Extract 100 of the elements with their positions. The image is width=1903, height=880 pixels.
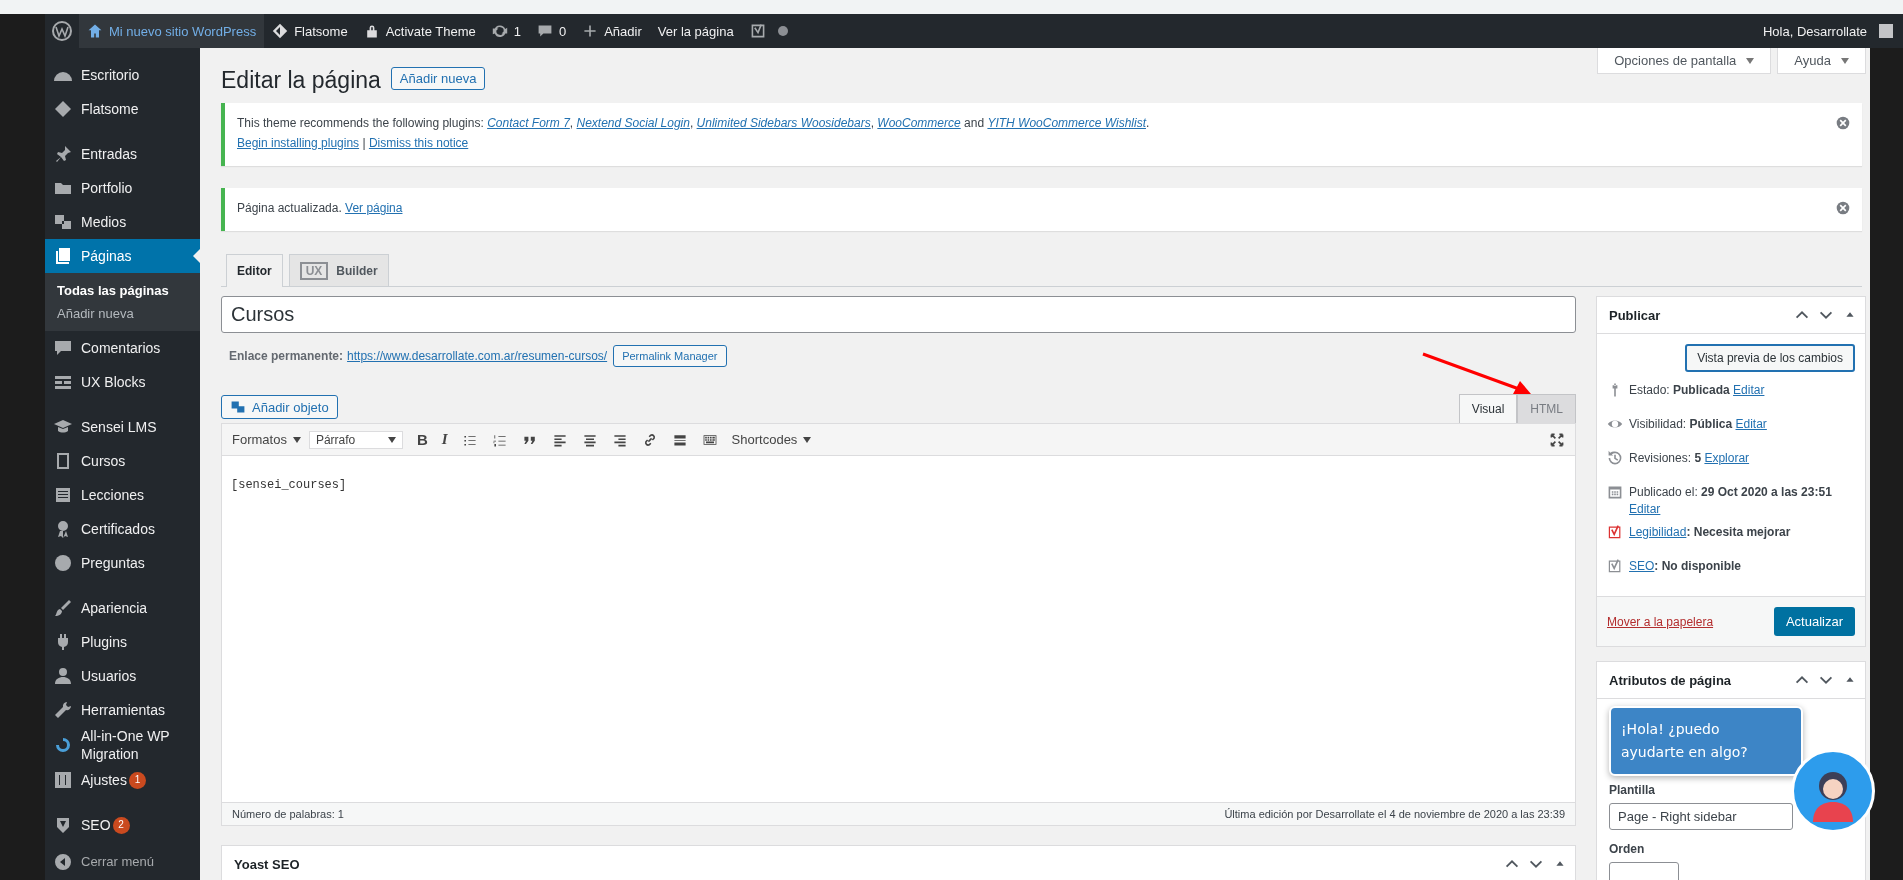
media-icon xyxy=(53,212,73,232)
sidebar-item[interactable]: All-in-One WP Migration xyxy=(45,727,200,763)
notice-text: This theme recommends the following plugins: Contact Form 7, Nextend Social Login, Unlimited Sidebars Woosidebars, WooCommerce and YITH WooCommerce Wishlist. xyxy=(237,116,1151,130)
sidebar-item[interactable]: Escritorio xyxy=(45,58,200,92)
permalink-label: Enlace permanente: xyxy=(229,349,344,363)
block-format-select[interactable]: Párrafo xyxy=(308,430,403,449)
edit-link[interactable]: Explorar xyxy=(1704,451,1750,465)
plugin-link[interactable]: Unlimited Sidebars Woosidebars xyxy=(696,116,871,130)
permalink-manager-button[interactable]: Permalink Manager xyxy=(613,345,727,367)
sidebar-item[interactable]: Sensei LMS xyxy=(45,410,200,444)
sidebar-item[interactable]: Usuarios xyxy=(45,659,200,693)
sidebar-item[interactable]: Certificados xyxy=(45,512,200,546)
plugin-link[interactable]: WooCommerce xyxy=(877,116,961,130)
preview-changes-button[interactable]: Vista previa de los cambios xyxy=(1685,344,1855,372)
sidebar-item[interactable]: Flatsome xyxy=(45,92,200,126)
add-new-button[interactable]: Añadir nueva xyxy=(390,67,486,90)
notice-link[interactable]: Begin installing plugins xyxy=(237,136,360,150)
sidebar-item[interactable]: Ajustes 1 xyxy=(45,763,200,797)
pages-icon xyxy=(53,246,73,266)
wordpress-logo-icon[interactable] xyxy=(52,21,72,41)
notice-link[interactable]: Ver página xyxy=(345,201,403,215)
fullscreen-icon[interactable] xyxy=(1549,431,1565,448)
formats-dropdown[interactable]: Formatos xyxy=(232,432,301,447)
italic-button[interactable]: I xyxy=(441,431,448,448)
builder-badge: UX xyxy=(299,261,329,280)
trash-link[interactable]: Mover a la papelera xyxy=(1607,614,1714,629)
permalink-link[interactable]: https://www.desarrollate.com.ar/resumen-cursos/ xyxy=(347,349,608,363)
collapse-menu-button[interactable]: Cerrar menú xyxy=(45,845,200,879)
calendar-icon xyxy=(1607,484,1623,500)
plus-icon xyxy=(582,23,599,39)
title-input[interactable]: Cursos xyxy=(221,296,1576,333)
count-badge: 1 xyxy=(128,771,146,789)
sidebar-item[interactable]: Páginas xyxy=(45,239,200,273)
sidebar-item[interactable]: Herramientas xyxy=(45,693,200,727)
publish-meta-text: Publicado el: 29 Oct 2020 a las 23:51 Editar xyxy=(1629,484,1833,518)
score-text: Legibilidad: Necesita mejorar xyxy=(1629,524,1791,541)
sidebar-item[interactable]: Preguntas xyxy=(45,546,200,580)
diamond-icon xyxy=(53,99,73,119)
panel-title: Atributos de página xyxy=(1609,672,1732,688)
dismiss-icon[interactable] xyxy=(1836,116,1850,130)
circular-arrow-icon xyxy=(53,735,73,755)
publish-meta-text: Estado: Publicada Editar xyxy=(1629,382,1765,399)
template-select[interactable]: Page - Right sidebar xyxy=(1609,803,1793,830)
admin-bar-site-link[interactable]: Mi nuevo sitio WordPress xyxy=(79,14,265,48)
chat-bubble[interactable]: ¡Hola! ¿puedo ayudarte en algo? xyxy=(1609,706,1803,776)
sidebar-item[interactable]: Comentarios xyxy=(45,331,200,365)
editor-tab[interactable]: Editor xyxy=(226,254,283,287)
admin-bar-updates-link[interactable]: 1 xyxy=(483,14,529,48)
word-count: Número de palabras: 1 xyxy=(232,808,344,820)
editor-mode-tab[interactable]: Visual xyxy=(1458,394,1518,423)
submenu-item[interactable]: Añadir nueva xyxy=(45,302,200,325)
sidebar-item[interactable]: UX Blocks xyxy=(45,365,200,399)
user-greeting-link[interactable]: Hola, Desarrollate xyxy=(1754,14,1901,48)
media-icon xyxy=(230,399,246,415)
admin-bar-view-link[interactable]: Ver la página xyxy=(649,14,742,48)
status-dot-icon xyxy=(777,26,788,36)
bold-button[interactable]: B xyxy=(416,431,428,448)
wrench-icon xyxy=(53,700,73,720)
admin-bar-new-link[interactable]: Añadir xyxy=(574,14,650,48)
notice-text: Página actualizada. Ver página xyxy=(237,201,404,215)
sidebar-item[interactable]: Lecciones xyxy=(45,478,200,512)
edit-link[interactable]: Editar xyxy=(1735,417,1767,431)
refresh-icon xyxy=(491,23,508,39)
admin-bar-activate-link[interactable]: Activate Theme xyxy=(355,14,484,48)
caret-icon xyxy=(387,436,396,443)
sidebar-item[interactable]: Apariencia xyxy=(45,591,200,625)
panel-title: Publicar xyxy=(1609,307,1661,323)
shortcodes-dropdown[interactable]: Shortcodes xyxy=(731,432,812,447)
template-label: Plantilla xyxy=(1609,783,1656,797)
user-icon xyxy=(53,666,73,686)
editor-tab[interactable]: UX Builder xyxy=(288,254,389,286)
dismiss-icon[interactable] xyxy=(1836,201,1850,215)
screen-tab-button[interactable]: Ayuda xyxy=(1777,48,1866,74)
sidebar-item[interactable]: Medios xyxy=(45,205,200,239)
add-media-button[interactable]: Añadir objeto xyxy=(221,395,338,419)
history-icon xyxy=(1607,450,1623,466)
edit-link[interactable]: Editar xyxy=(1733,383,1765,397)
notice-link[interactable]: Dismiss this notice xyxy=(368,136,469,150)
publish-meta-text: Visibilidad: Pública Editar xyxy=(1629,416,1767,433)
caret-icon xyxy=(1841,57,1849,64)
score-link[interactable]: Legibilidad xyxy=(1629,525,1687,539)
sidebar-item[interactable]: SEO 2 xyxy=(45,808,200,842)
speech-bubble-icon xyxy=(536,23,553,39)
admin-bar-theme-link[interactable]: Flatsome xyxy=(264,14,356,48)
update-button[interactable]: Actualizar xyxy=(1773,607,1855,636)
sidebar-item[interactable]: Entradas xyxy=(45,137,200,171)
screen-tab-button[interactable]: Opciones de pantalla xyxy=(1597,48,1772,74)
paintbrush-icon xyxy=(53,598,73,618)
order-label: Orden xyxy=(1609,842,1646,856)
plugin-link[interactable]: Nextend Social Login xyxy=(576,116,690,130)
edit-link[interactable]: Editar xyxy=(1629,502,1661,516)
panel-title: Yoast SEO xyxy=(234,856,300,872)
admin-bar-comments-link[interactable]: 0 xyxy=(528,14,575,48)
avatar-placeholder xyxy=(1879,24,1893,38)
submenu-item[interactable]: Todas las páginas xyxy=(45,279,200,302)
sidebar-item[interactable]: Portfolio xyxy=(45,171,200,205)
sidebar-item[interactable]: Plugins xyxy=(45,625,200,659)
sidebar-item[interactable]: Cursos xyxy=(45,444,200,478)
plugin-link[interactable]: Contact Form 7 xyxy=(487,116,570,130)
plugin-link[interactable]: YITH WooCommerce Wishlist xyxy=(987,116,1146,130)
